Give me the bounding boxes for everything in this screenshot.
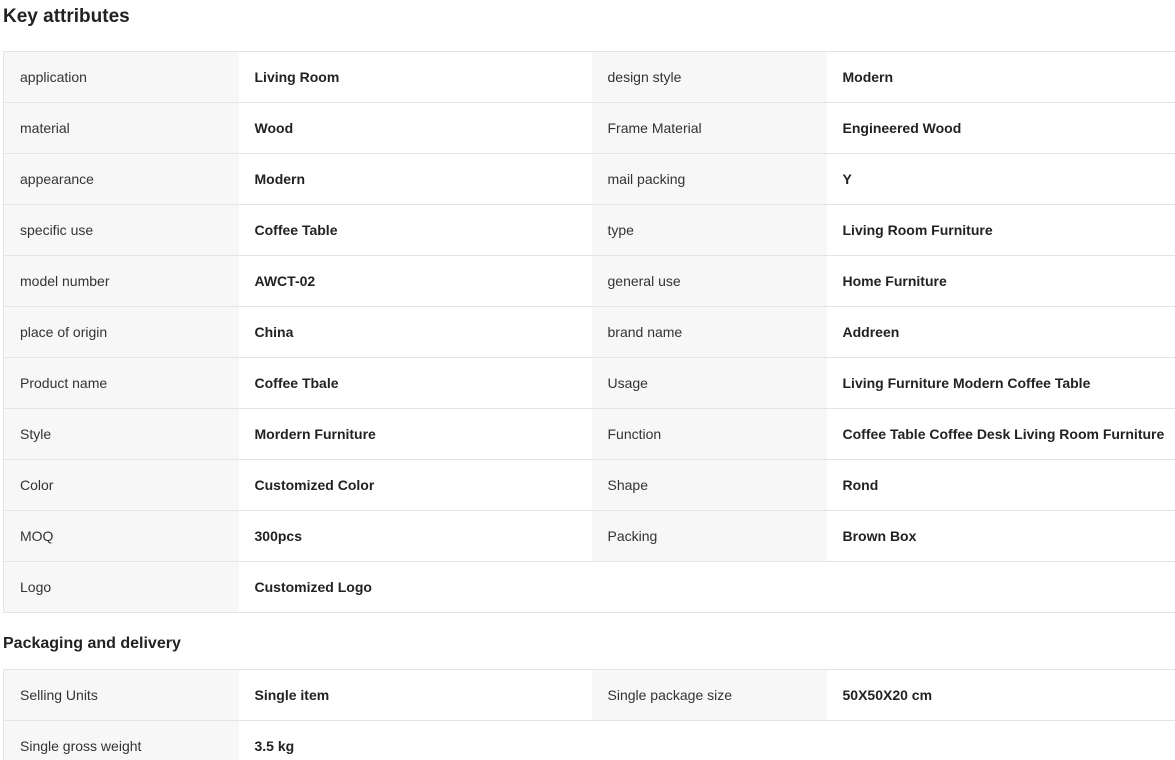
attribute-key: mail packing [591,153,827,205]
attribute-key: Single gross weight [3,720,239,760]
attribute-value: Living Room Furniture [826,204,1175,256]
attribute-value: Customized Logo [238,561,592,613]
attribute-value: Wood [238,102,592,154]
attribute-value: 3.5 kg [238,720,592,760]
attribute-row: model number AWCT-02 general use Home Furni… [3,255,1175,307]
attribute-value: Brown Box [826,510,1175,562]
attribute-key: Usage [591,357,827,409]
attribute-key: Color [3,459,239,511]
attribute-key: Shape [591,459,827,511]
attribute-key: MOQ [3,510,239,562]
empty-cell [826,561,1175,613]
attribute-value: Living Room [238,51,592,103]
attribute-row: place of origin China brand name Addreen [3,306,1175,358]
attribute-key: place of origin [3,306,239,358]
attribute-value: Rond [826,459,1175,511]
attribute-row: material Wood Frame Material Engineered Woo… [3,102,1175,154]
attribute-key: model number [3,255,239,307]
attribute-key: Frame Material [591,102,827,154]
attribute-value: Addreen [826,306,1175,358]
key-attributes-title: Key attributes [3,6,130,27]
attribute-key: material [3,102,239,154]
attribute-row: Color Customized Color Shape Rond [3,459,1175,511]
attribute-key: Single package size [591,669,827,721]
packaging-delivery-table: Selling Units Single item Single package s… [3,669,1175,760]
attribute-key: appearance [3,153,239,205]
attribute-key: application [3,51,239,103]
attribute-value: 300pcs [238,510,592,562]
attribute-value: Coffee Table Coffee Desk Living Room Fur… [826,408,1175,460]
attribute-value: Customized Color [238,459,592,511]
empty-cell [591,720,827,760]
attribute-value: Home Furniture [826,255,1175,307]
attribute-value: Living Furniture Modern Coffee Table [826,357,1175,409]
empty-cell [591,561,827,613]
empty-cell [826,720,1175,760]
attribute-value: Mordern Furniture [238,408,592,460]
attribute-value: Y [826,153,1175,205]
product-attributes-page: Key attributes application Living Room des… [0,0,1175,760]
attribute-value: Coffee Table [238,204,592,256]
attribute-value: Engineered Wood [826,102,1175,154]
attribute-row: Style Mordern Furniture Function Coffee Tab… [3,408,1175,460]
attribute-value: Coffee Tbale [238,357,592,409]
attribute-value: 50X50X20 cm [826,669,1175,721]
attribute-row: Logo Customized Logo [3,561,1175,613]
attribute-row: Selling Units Single item Single package s… [3,669,1175,721]
attribute-row: specific use Coffee Table type Living Room … [3,204,1175,256]
attribute-value: Modern [238,153,592,205]
attribute-key: specific use [3,204,239,256]
attribute-key: design style [591,51,827,103]
packaging-delivery-title: Packaging and delivery [3,635,181,652]
attribute-key: Function [591,408,827,460]
attribute-row: MOQ 300pcs Packing Brown Box [3,510,1175,562]
attribute-value: AWCT-02 [238,255,592,307]
attribute-key: general use [591,255,827,307]
attribute-row: Product name Coffee Tbale Usage Living Furn… [3,357,1175,409]
attribute-key: Packing [591,510,827,562]
key-attributes-table: application Living Room design style Modern… [3,51,1175,613]
attribute-row: Single gross weight 3.5 kg [3,720,1175,760]
attribute-value: China [238,306,592,358]
attribute-key: Selling Units [3,669,239,721]
attribute-key: brand name [591,306,827,358]
attribute-key: Logo [3,561,239,613]
attribute-key: type [591,204,827,256]
attribute-row: appearance Modern mail packing Y [3,153,1175,205]
attribute-key: Product name [3,357,239,409]
attribute-key: Style [3,408,239,460]
attribute-row: application Living Room design style Modern [3,51,1175,103]
attribute-value: Single item [238,669,592,721]
attribute-value: Modern [826,51,1175,103]
